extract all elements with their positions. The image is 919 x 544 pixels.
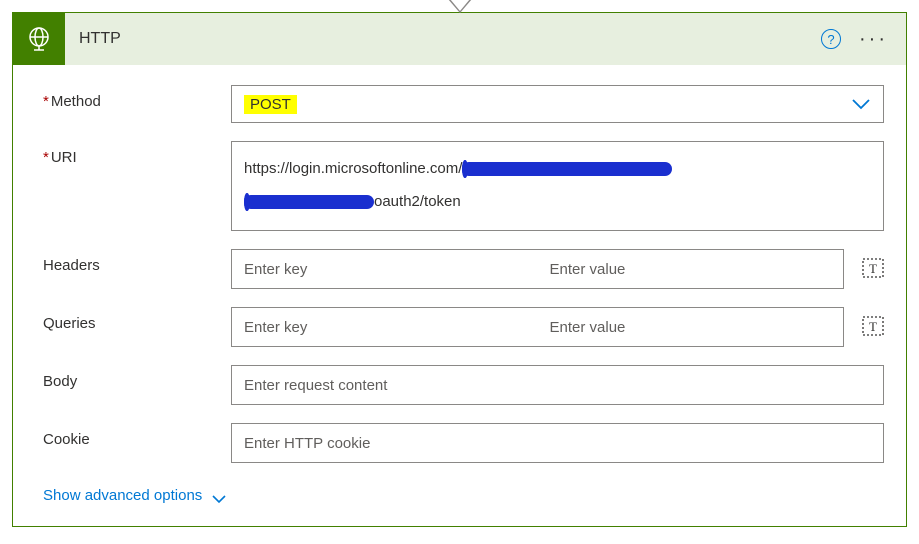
method-label: *Method — [43, 85, 231, 110]
switch-to-text-mode-icon[interactable]: T — [862, 316, 884, 339]
card-title: HTTP — [79, 30, 821, 48]
queries-value-input[interactable] — [538, 308, 844, 346]
help-icon[interactable]: ? — [821, 29, 841, 49]
uri-row: *URI https://login.microsoftonline.com/ … — [43, 141, 884, 231]
redaction-mark — [462, 162, 672, 176]
cookie-input[interactable] — [232, 424, 883, 462]
uri-input[interactable]: https://login.microsoftonline.com/ oauth… — [231, 141, 884, 231]
queries-row: Queries T — [43, 307, 884, 347]
body-label: Body — [43, 365, 231, 390]
headers-value-input[interactable] — [538, 250, 844, 288]
chevron-down-icon — [851, 98, 871, 110]
body-row: Body — [43, 365, 884, 405]
body-input[interactable] — [232, 366, 883, 404]
card-body: *Method POST *URI https://login.microsof… — [13, 65, 906, 526]
svg-text:T: T — [869, 261, 877, 276]
card-header[interactable]: HTTP ? ··· — [13, 13, 906, 65]
uri-text-suffix: oauth2/token — [374, 193, 461, 210]
body-input-wrap — [231, 365, 884, 405]
chevron-down-icon — [212, 491, 226, 500]
headers-key-input[interactable] — [232, 250, 538, 288]
cookie-row: Cookie — [43, 423, 884, 463]
http-action-card: HTTP ? ··· *Method POST *URI — [12, 12, 907, 527]
headers-row: Headers T — [43, 249, 884, 289]
http-globe-icon — [13, 13, 65, 65]
headers-kv — [231, 249, 844, 289]
more-menu-icon[interactable]: ··· — [859, 29, 888, 49]
redaction-mark — [244, 195, 374, 209]
switch-to-text-mode-icon[interactable]: T — [862, 258, 884, 281]
cookie-label: Cookie — [43, 423, 231, 448]
method-value: POST — [244, 95, 297, 114]
show-advanced-options-link[interactable]: Show advanced options — [43, 487, 226, 504]
advanced-link-label: Show advanced options — [43, 487, 202, 504]
cookie-input-wrap — [231, 423, 884, 463]
svg-text:T: T — [869, 319, 877, 334]
method-row: *Method POST — [43, 85, 884, 123]
connector-arrow-icon — [448, 0, 472, 13]
queries-kv — [231, 307, 844, 347]
headers-label: Headers — [43, 249, 231, 274]
method-dropdown[interactable]: POST — [231, 85, 884, 123]
queries-key-input[interactable] — [232, 308, 538, 346]
queries-label: Queries — [43, 307, 231, 332]
uri-text-prefix: https://login.microsoftonline.com/ — [244, 160, 462, 177]
uri-label: *URI — [43, 141, 231, 166]
